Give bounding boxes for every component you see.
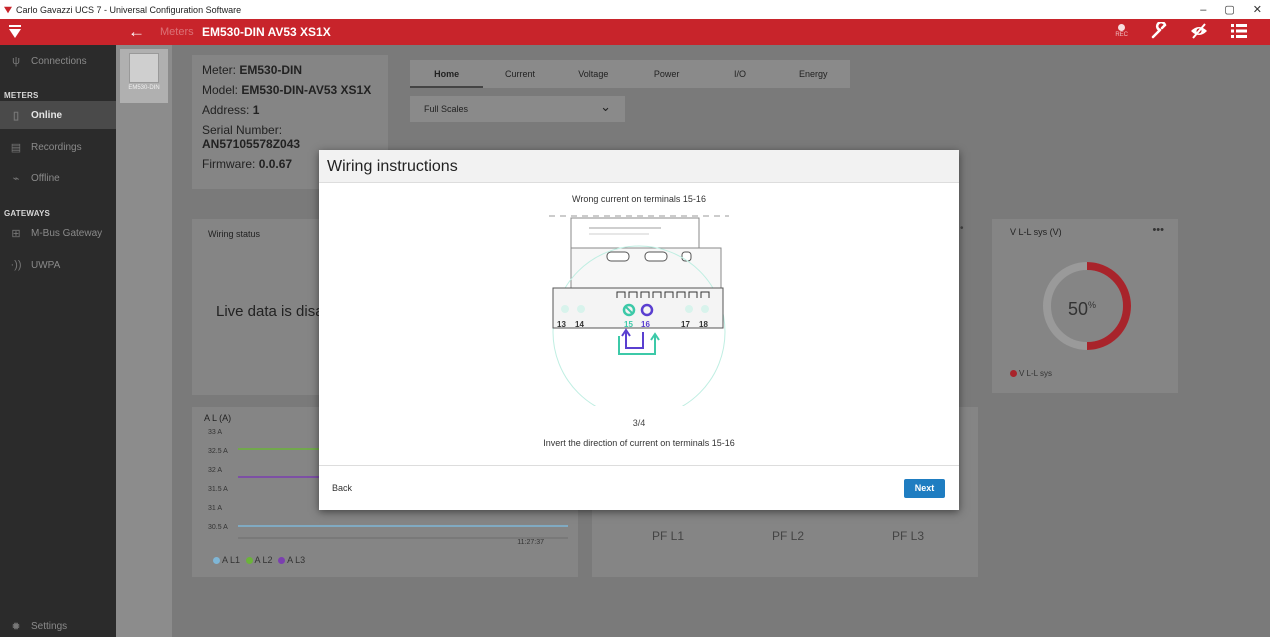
meter-name: EM530-DIN bbox=[239, 63, 303, 77]
tab-io[interactable]: I/O bbox=[703, 60, 776, 88]
app-logo-icon bbox=[4, 6, 12, 13]
offline-icon: ⌁ bbox=[12, 172, 20, 185]
sidebar-item-settings[interactable]: ✹ Settings bbox=[0, 612, 116, 637]
y-tick: 33 A bbox=[208, 429, 223, 436]
y-tick: 32.5 A bbox=[208, 448, 228, 455]
y-tick: 31 A bbox=[208, 505, 223, 512]
vll-title: V L-L sys (V) bbox=[1010, 227, 1062, 237]
device-image bbox=[129, 53, 159, 83]
dialog-title: Wiring instructions bbox=[319, 150, 959, 183]
rec-label: REC bbox=[1115, 32, 1128, 38]
minimize-button[interactable]: – bbox=[1200, 4, 1206, 16]
terminal-14: 14 bbox=[575, 320, 584, 329]
wiring-diagram: 13 14 15 16 17 18 bbox=[549, 215, 729, 406]
plug-icon: ψ bbox=[12, 55, 20, 67]
device-label: EM530-DIN bbox=[128, 85, 160, 91]
close-button[interactable]: ✕ bbox=[1253, 3, 1262, 16]
vll-sys-card: V L-L sys (V) ••• 50% V L-L sys bbox=[992, 219, 1178, 393]
window-titlebar: Carlo Gavazzi UCS 7 - Universal Configur… bbox=[0, 0, 1270, 19]
wireless-icon: ·)) bbox=[10, 259, 22, 271]
wiring-status-title: Wiring status bbox=[208, 229, 261, 239]
al-title: A L (A) bbox=[204, 413, 232, 423]
next-button[interactable]: Next bbox=[904, 479, 945, 498]
terminal-16: 16 bbox=[641, 320, 650, 329]
dialog-footer: Back Next bbox=[319, 465, 959, 510]
al-legend: A L1 A L2 A L3 bbox=[210, 555, 305, 565]
tab-current[interactable]: Current bbox=[483, 60, 556, 88]
wiring-instructions-dialog: Wiring instructions Wrong current on ter… bbox=[319, 150, 959, 510]
sidebar-item-connections[interactable]: ψ Connections bbox=[0, 47, 116, 75]
y-tick: 32 A bbox=[208, 467, 223, 474]
y-tick: 30.5 A bbox=[208, 524, 228, 531]
tab-energy[interactable]: Energy bbox=[777, 60, 850, 88]
wrench-icon[interactable] bbox=[1150, 22, 1168, 40]
live-data-text: Live data is disa bbox=[216, 303, 324, 320]
step-indicator: 3/4 bbox=[632, 418, 646, 428]
meter-serial: AN57105578Z043 bbox=[202, 137, 301, 151]
pf-l2-label: PF L2 bbox=[772, 529, 805, 543]
wrong-current-text: Wrong current on terminals 15-16 bbox=[572, 194, 706, 204]
network-icon: ⊞ bbox=[11, 227, 21, 240]
pf-l1-label: PF L1 bbox=[652, 529, 685, 543]
back-button[interactable]: Back bbox=[332, 483, 352, 493]
back-arrow-icon[interactable]: ← bbox=[128, 22, 145, 42]
terminal-17: 17 bbox=[681, 320, 690, 329]
app-header: ← Meters EM530-DIN AV53 XS1X REC bbox=[0, 19, 1270, 45]
sidebar-item-mbus-gateway[interactable]: ⊞ M-Bus Gateway bbox=[0, 219, 116, 247]
terminal-18: 18 bbox=[699, 320, 708, 329]
tab-bar: Home Current Voltage Power I/O Energy bbox=[410, 60, 850, 88]
terminal-15: 15 bbox=[624, 320, 633, 329]
sidebar-item-offline[interactable]: ⌁ Offline bbox=[0, 164, 116, 192]
sidebar-item-uwpa[interactable]: ·)) UWPA bbox=[0, 251, 116, 279]
full-scales-select[interactable]: Full Scales ⌄ bbox=[410, 96, 625, 122]
rec-icon[interactable]: REC bbox=[1115, 24, 1128, 38]
sidebar: ψ Connections METERS ▯ Online ▤ Recordings … bbox=[0, 45, 116, 637]
page-title: EM530-DIN AV53 XS1X bbox=[202, 25, 331, 39]
sidebar-section-meters: METERS bbox=[4, 91, 39, 100]
window-title: Carlo Gavazzi UCS 7 - Universal Configur… bbox=[16, 4, 242, 15]
device-strip: EM530-DIN bbox=[116, 45, 172, 637]
device-card[interactable]: EM530-DIN bbox=[120, 49, 168, 103]
terminal-13: 13 bbox=[557, 320, 566, 329]
x-tick-time: 11:27:37 bbox=[517, 539, 544, 546]
tab-voltage[interactable]: Voltage bbox=[557, 60, 630, 88]
gear-icon: ✹ bbox=[11, 620, 21, 633]
vll-legend: V L-L sys bbox=[1010, 369, 1052, 378]
hide-icon[interactable] bbox=[1190, 22, 1208, 40]
instruction-text: Invert the direction of current on termi… bbox=[543, 438, 735, 448]
meter-address: 1 bbox=[252, 103, 260, 117]
device-icon: ▯ bbox=[12, 109, 20, 122]
tab-power[interactable]: Power bbox=[630, 60, 703, 88]
sidebar-section-gateways: GATEWAYS bbox=[4, 209, 51, 218]
meter-firmware: 0.0.67 bbox=[258, 157, 293, 171]
chevron-down-icon: ⌄ bbox=[600, 99, 611, 114]
menu-logo-icon[interactable] bbox=[9, 25, 21, 39]
breadcrumb-meters[interactable]: Meters bbox=[160, 26, 194, 38]
y-tick: 31.5 A bbox=[208, 486, 228, 493]
tab-home[interactable]: Home bbox=[410, 60, 484, 88]
card-menu-icon[interactable]: • bbox=[960, 223, 964, 234]
maximize-button[interactable]: ▢ bbox=[1224, 3, 1234, 16]
more-icon[interactable]: ••• bbox=[1152, 224, 1164, 236]
recordings-icon: ▤ bbox=[10, 141, 22, 154]
list-icon[interactable] bbox=[1230, 22, 1248, 40]
pf-l3-label: PF L3 bbox=[892, 529, 925, 543]
meter-model: EM530-DIN-AV53 XS1X bbox=[241, 83, 372, 97]
sidebar-item-online[interactable]: ▯ Online bbox=[0, 101, 116, 129]
sidebar-item-recordings[interactable]: ▤ Recordings bbox=[0, 133, 116, 161]
vll-percent: 50% bbox=[1068, 299, 1097, 319]
